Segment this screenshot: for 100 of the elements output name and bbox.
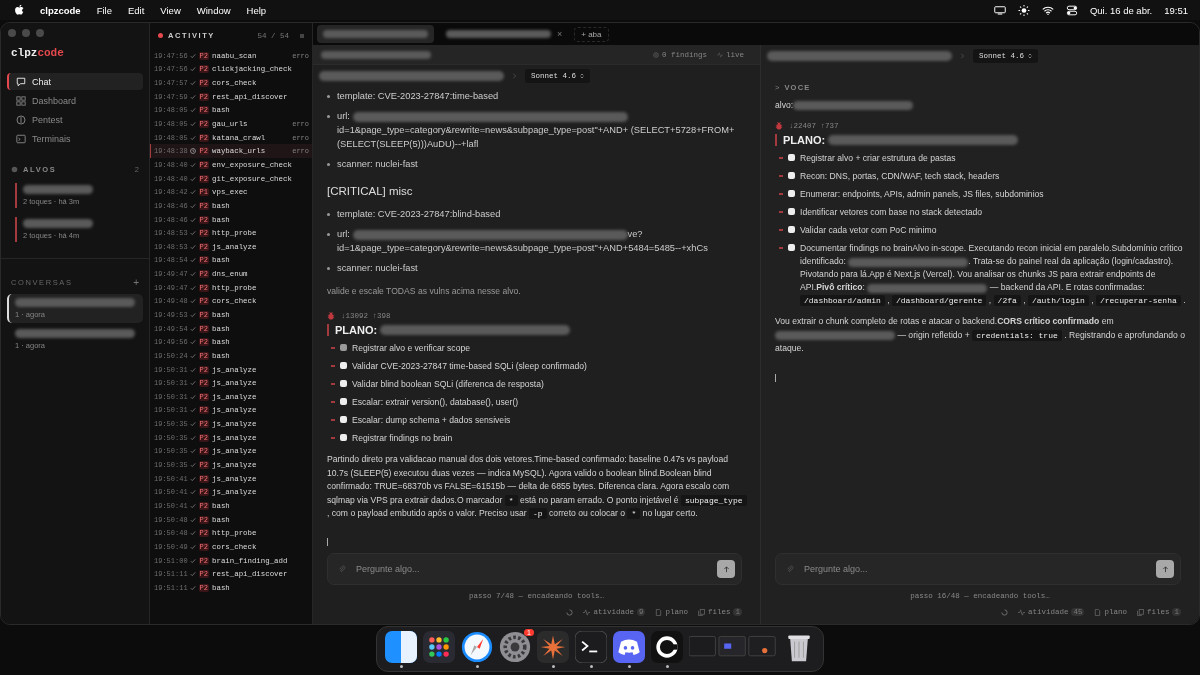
split-tile-icon[interactable] [385, 631, 417, 663]
tab[interactable]: × [440, 25, 569, 43]
menu-item[interactable]: Window [196, 4, 231, 16]
list-text: template: CVE-2023-27847:blind-based [337, 208, 501, 221]
document-icon [655, 608, 663, 616]
files-icon [697, 608, 705, 616]
list-bullet [331, 401, 335, 404]
checkbox[interactable] [788, 244, 795, 252]
apple-icon[interactable] [14, 4, 24, 16]
list-bullet [779, 211, 783, 214]
menu-item[interactable]: View [160, 4, 181, 16]
grid-icon [16, 95, 26, 106]
list-bullet [779, 247, 783, 250]
checkbox[interactable] [788, 154, 795, 162]
app-menu[interactable]: clpzcode [40, 4, 81, 16]
new-tab-button[interactable]: + aba [574, 26, 609, 42]
task-text: Recon: DNS, portas, CDN/WAF, tech stack, headers [800, 170, 1000, 184]
running-indicator [399, 665, 403, 668]
list-bullet [331, 365, 335, 368]
close-button[interactable]: × [557, 29, 563, 39]
compass-icon[interactable] [461, 631, 493, 663]
message-input[interactable]: Pergunte algo... [354, 563, 709, 575]
starburst-icon[interactable] [537, 631, 569, 663]
nav-item[interactable]: Chat [7, 73, 143, 90]
list-bullet [327, 163, 330, 166]
nav-item[interactable]: Pentest [7, 111, 143, 128]
task-text: Identificar vetores com base no stack detectado [800, 206, 982, 220]
chevron-icon [960, 53, 965, 59]
message-field[interactable]: Pergunte algo... [775, 553, 1181, 585]
list-bullet [779, 157, 783, 160]
toggle-icon[interactable] [1065, 4, 1078, 16]
arrow-up-icon [722, 565, 730, 573]
gamepad-icon[interactable] [613, 631, 645, 663]
checkbox[interactable] [340, 434, 347, 442]
plan-title: PLANO: [783, 134, 826, 147]
arrow-up-icon [1161, 565, 1169, 573]
message-text: alvo: [775, 99, 1187, 113]
list-bullet [331, 347, 335, 350]
gear-icon[interactable] [499, 631, 531, 663]
checkbox[interactable] [788, 226, 795, 234]
plan-title: PLANO: [335, 324, 378, 337]
text-cursor [775, 373, 776, 382]
task-text: Validar cada vetor com PoC minimo [800, 224, 937, 238]
list-text: scanner: nuclei-fast [337, 158, 418, 171]
checkbox[interactable] [340, 344, 347, 352]
text-cursor [327, 538, 328, 547]
task-text: Documentar findings no brainAlvo in-scope. Executando recon inicial em paralelo.Subdomínio crítico identificado: . Trata-se do painel real da aplicação (login/cadastro). Pivotando para lá.App é Next.js (Vercel). Vou analisar os chunks JS para extrair endpoints de API.Pivô crítico: — backend da API. E rotas confirmadas: /dashboard/admin , /dashboard/gerente , /2fa , /auth/login , /recuperar-senha . [800, 242, 1187, 308]
sun-icon[interactable] [1017, 4, 1030, 16]
list-bullet [331, 437, 335, 440]
message-text: Vou extrair o chunk completo de rotas e atacar o backend.CORS crítico confirmado em — origin refletido + credentials: true . Registrando e aprofundando o ataque. [775, 315, 1187, 356]
checkbox[interactable] [340, 416, 347, 424]
menu-item[interactable]: File [96, 4, 112, 16]
chevron-icon [512, 73, 517, 79]
list-bullet [779, 229, 783, 232]
checkbox[interactable] [340, 380, 347, 388]
send-button[interactable] [717, 560, 735, 578]
display-icon[interactable] [993, 4, 1006, 16]
nav-item[interactable]: Terminais [7, 130, 143, 147]
checkbox[interactable] [340, 398, 347, 406]
checkbox[interactable] [788, 190, 795, 198]
nav-item[interactable]: Dashboard [7, 92, 143, 109]
clock-text[interactable]: 19:51 [1164, 4, 1188, 16]
wifi-icon[interactable] [1041, 4, 1054, 16]
message-text: valide e escale TODAS as vulns acima nesse alvo. [327, 285, 522, 298]
grid-icon[interactable] [423, 631, 455, 663]
list-bullet [331, 419, 335, 422]
send-button[interactable] [1156, 560, 1174, 578]
bug-icon [775, 122, 783, 131]
task-text: Escalar: extrair version(), database(), user() [352, 396, 519, 410]
shield-icon [16, 114, 26, 125]
updown-icon [580, 73, 584, 79]
running-indicator [589, 665, 593, 668]
checkbox[interactable] [788, 208, 795, 216]
message-input[interactable]: Pergunte algo... [802, 563, 1148, 575]
menu-item[interactable]: Help [246, 4, 267, 16]
paperclip-icon[interactable] [786, 565, 794, 573]
terminal-icon[interactable] [575, 631, 607, 663]
gear-icon [652, 51, 659, 58]
menu-item[interactable]: Edit [127, 4, 145, 16]
list-bullet [327, 233, 330, 236]
redacted-text [23, 185, 93, 194]
checkbox[interactable] [340, 362, 347, 370]
ring-icon[interactable] [651, 631, 683, 663]
running-indicator [665, 665, 669, 668]
target-icon [11, 166, 18, 173]
message-field[interactable]: Pergunte algo... [327, 553, 742, 585]
files-icon [1136, 608, 1144, 616]
updown-icon [1028, 53, 1032, 59]
task-text: Validar CVE-2023-27847 time-based SQLi (sleep confirmado) [352, 360, 587, 374]
date-text[interactable]: Qui. 16 de abr. [1089, 4, 1153, 16]
list-text: scanner: nuclei-fast [337, 262, 418, 275]
running-indicator [627, 665, 631, 668]
add-button[interactable]: + [133, 277, 139, 288]
spinner-icon [566, 608, 574, 616]
paperclip-icon[interactable] [338, 565, 346, 573]
pulse-icon [583, 608, 591, 616]
bug-icon [327, 312, 335, 321]
task-text: Enumerar: endpoints, APIs, admin panels, JS files, subdominios [800, 188, 1044, 202]
checkbox[interactable] [788, 172, 795, 180]
message-text: Partindo direto pra validacao manual dos dois vetores.Time-based confirmado: baseline 0.47s vs payload 10.7s (SLEEP(5) executou duas vezes — indica MySQL). Agora valido o boolean blind.Boolean blind confirmado: TRUE=68370b vs FALSE=61515b — delta de 6855 bytes. Diferenca clara. Agora escalo com sqlmap via VPS pra extrair dados.O marcador * está no param errado. O ponto injetável é subpage_type , com o payload embutido após o valor. Preciso usar -p correto ou colocar o * no lugar certo. [327, 453, 748, 521]
